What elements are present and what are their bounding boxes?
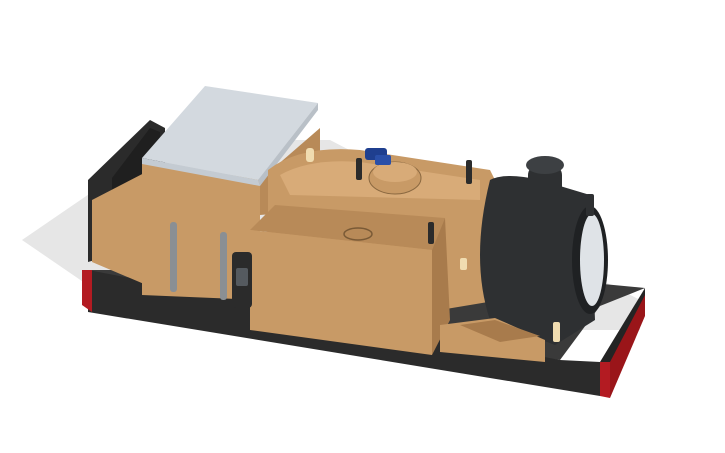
rear-buffer-beam	[82, 270, 92, 312]
safety-valve-blue-2	[375, 155, 391, 165]
handrail-right	[220, 232, 227, 300]
whistle-small	[460, 258, 467, 270]
lamp-post-left	[586, 194, 594, 216]
front-buffer-post	[553, 322, 560, 342]
smokebox-door-glass	[580, 214, 604, 306]
handrail-left	[170, 222, 177, 292]
whistle[interactable]	[306, 148, 314, 162]
3d-viewport[interactable]	[0, 0, 725, 453]
cab-lamp-window	[236, 268, 248, 286]
boiler-pipe-1	[356, 158, 362, 180]
front-buffer-beam	[600, 362, 610, 398]
locomotive-model[interactable]	[0, 0, 725, 453]
tank-pipe	[428, 222, 434, 244]
chimney-top	[526, 156, 564, 174]
boiler-pipe-2	[466, 160, 472, 184]
tank-filler-cap[interactable]	[343, 227, 373, 241]
